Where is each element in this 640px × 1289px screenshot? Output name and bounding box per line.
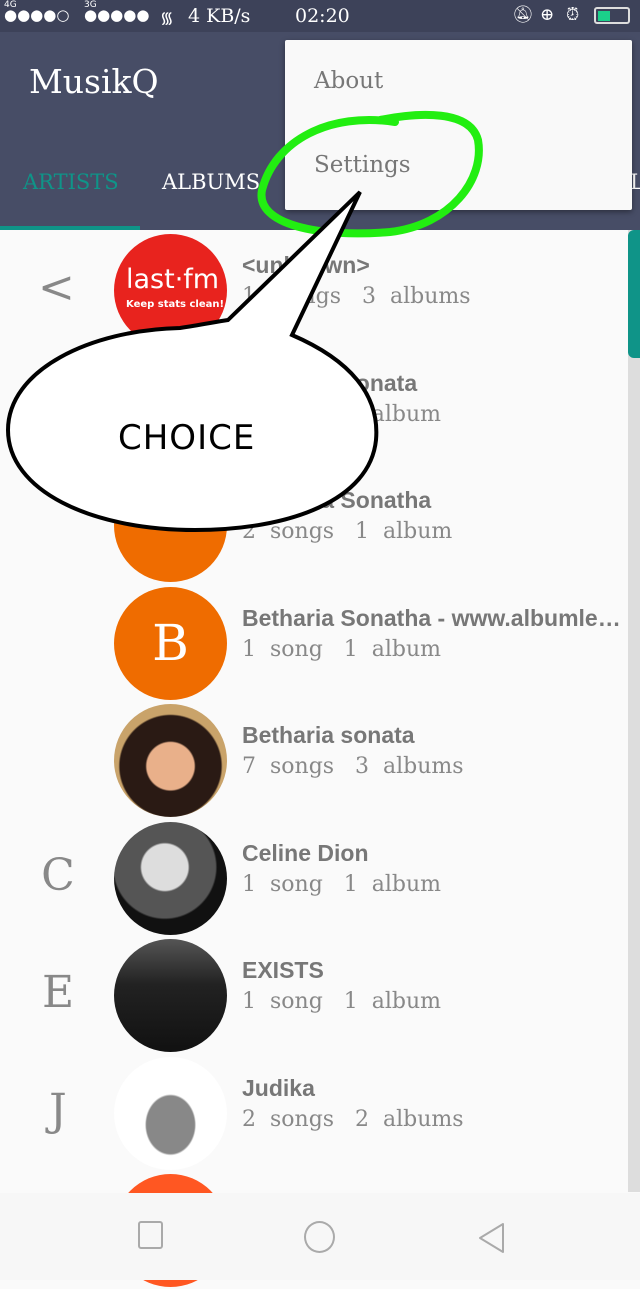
network-speed: 4 KB/s: [188, 5, 251, 27]
signal-strength-2: ●●●●●: [84, 6, 150, 24]
scrollbar-track[interactable]: [628, 230, 640, 1192]
status-bar: 4G ●●●●○ 3G ●●●●● ᯾ 4 KB/s 02:20 🔕︎ ⊕ ⏰︎: [0, 0, 640, 32]
artist-row[interactable]: Betharia Sonata 1 song 1 album: [0, 350, 628, 467]
artist-avatar: [114, 1056, 227, 1170]
index-letter: C: [41, 849, 75, 901]
overflow-menu: About Settings: [285, 40, 632, 210]
artist-name: Judika: [242, 1074, 315, 1101]
alarm-icon: ⏰︎: [566, 5, 580, 25]
tab-albums[interactable]: ALBUMS: [162, 170, 260, 194]
avatar-caption: Keep stats clean!: [126, 298, 225, 310]
navigation-bar: [0, 1193, 640, 1280]
rotation-lock-icon: ⊕: [540, 5, 555, 25]
signal-strength: ●●●●○: [4, 6, 70, 24]
artist-name: Celine Dion: [242, 839, 369, 866]
artist-avatar: B: [114, 586, 227, 700]
wifi-icon: ᯾: [160, 8, 174, 27]
artist-avatar: [114, 821, 227, 935]
artist-name: Betharia Sonatha - www.albumlengkap: [242, 604, 622, 631]
artist-counts: 2 songs 1 album: [242, 519, 453, 544]
artist-row[interactable]: Betharia sonata 7 songs 3 albums: [0, 702, 628, 819]
index-back-button[interactable]: <: [38, 262, 75, 313]
avatar-initial: B: [152, 614, 189, 672]
annotation-text: CHOICE: [118, 418, 256, 458]
menu-item-about[interactable]: About: [314, 68, 383, 94]
artist-avatar: [114, 939, 227, 1052]
index-letter: E: [41, 967, 75, 1018]
artist-counts: 1 song 1 album: [242, 989, 441, 1014]
artist-row[interactable]: last·fm Keep stats clean! <unknown> 1 son…: [0, 232, 628, 349]
home-button[interactable]: [304, 1221, 335, 1253]
artist-avatar: [114, 469, 227, 582]
artist-counts: 7 songs 3 albums: [242, 754, 464, 779]
avatar-logo-text: last·fm: [126, 263, 220, 295]
artist-counts: 1 songs 3 albums: [242, 284, 471, 309]
artist-name: Betharia sonata: [242, 722, 415, 748]
app-title: MusikQ: [29, 62, 159, 101]
artist-name: EXISTS: [242, 957, 324, 983]
artist-name: Betharia Sonata: [242, 369, 418, 396]
tab-artists[interactable]: ARTISTS: [23, 170, 119, 194]
index-letter: J: [49, 1084, 67, 1136]
artist-counts: 1 song 1 album: [242, 401, 441, 427]
artist-counts: 2 songs 2 albums: [242, 1106, 464, 1132]
artist-counts: 1 song 1 album: [242, 871, 441, 897]
recent-apps-button[interactable]: [138, 1221, 163, 1249]
artist-counts: 1 song 1 album: [242, 636, 441, 662]
artist-row[interactable]: E EXISTS 1 song 1 album: [0, 937, 628, 1054]
menu-item-settings[interactable]: Settings: [314, 152, 411, 178]
artist-name: Betharia Sonatha: [242, 487, 432, 513]
artist-row[interactable]: C Celine Dion 1 song 1 album: [0, 820, 628, 937]
mute-bell-icon: 🔕︎: [512, 5, 534, 25]
artist-avatar: last·fm Keep stats clean!: [114, 234, 227, 347]
back-button[interactable]: [476, 1221, 506, 1255]
tab-indicator: [0, 226, 140, 230]
artist-row[interactable]: Betharia Sonatha 2 songs 1 album: [0, 467, 628, 584]
artist-avatar: [114, 704, 227, 817]
artist-row[interactable]: J Judika 2 songs 2 albums: [0, 1055, 628, 1172]
artist-row[interactable]: B Betharia Sonatha - www.albumlengkap 1 …: [0, 585, 628, 702]
battery-charging-icon: [594, 7, 630, 24]
clock: 02:20: [295, 5, 350, 27]
scrollbar-thumb[interactable]: [628, 230, 640, 358]
artist-name: <unknown>: [242, 252, 370, 278]
